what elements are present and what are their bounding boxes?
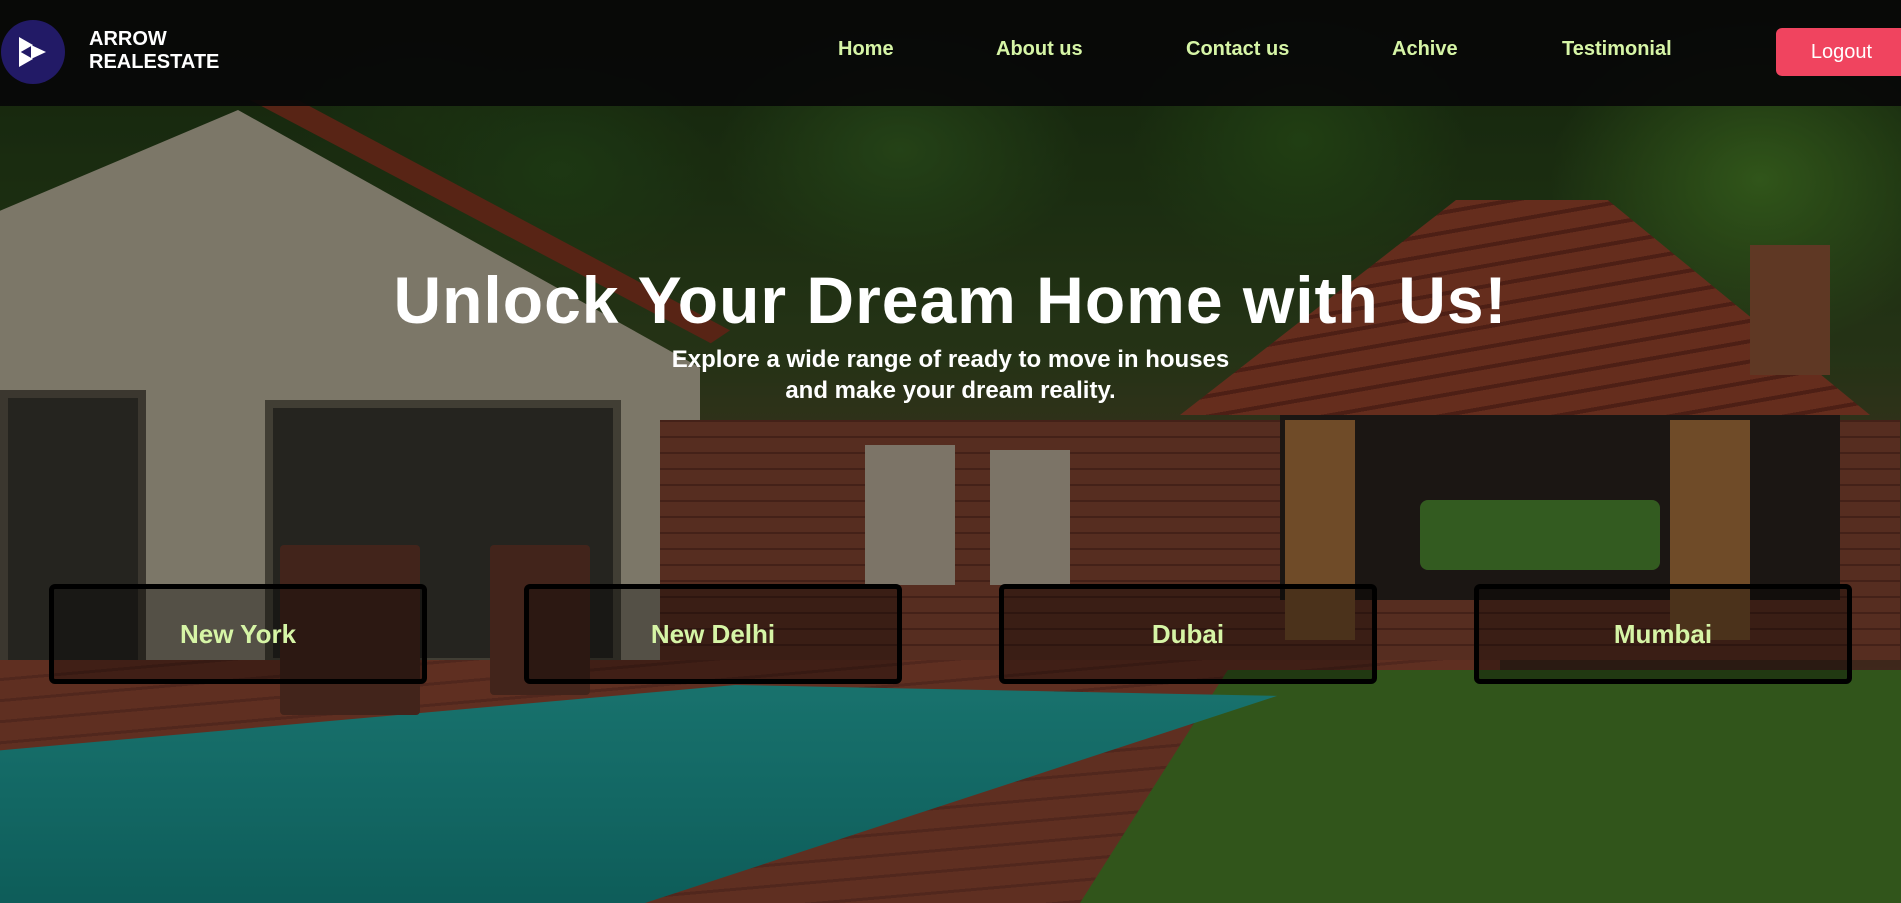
hero-subtitle-line-2: and make your dream reality. (785, 377, 1116, 404)
page: ARROW REALESTATE Home About us Contact u… (0, 0, 1901, 903)
nav-link-home[interactable]: Home (838, 38, 894, 61)
double-chevron-right-icon (19, 37, 46, 67)
city-card-new-york[interactable]: New York (49, 584, 427, 684)
hero-subtitle-line-1: Explore a wide range of ready to move in… (671, 346, 1230, 373)
logo[interactable] (1, 20, 65, 84)
nav-link-testimonial[interactable]: Testimonial (1562, 38, 1672, 61)
nav-link-about-us[interactable]: About us (996, 38, 1083, 61)
navbar: ARROW REALESTATE Home About us Contact u… (0, 0, 1901, 106)
city-card-new-delhi[interactable]: New Delhi (524, 584, 902, 684)
hero-dark-overlay (0, 0, 1901, 903)
hero-background-image (0, 0, 1901, 903)
city-card-mumbai[interactable]: Mumbai (1474, 584, 1852, 684)
hero-subtitle: Explore a wide range of ready to move in… (0, 344, 1901, 406)
nav-link-achive[interactable]: Achive (1392, 38, 1458, 61)
logout-button[interactable]: Logout (1776, 28, 1901, 76)
nav-link-contact-us[interactable]: Contact us (1186, 38, 1289, 61)
city-card-dubai[interactable]: Dubai (999, 584, 1377, 684)
brand-line-1: ARROW (89, 28, 167, 50)
hero-title: Unlock Your Dream Home with Us! (393, 263, 1508, 337)
brand-name: ARROW REALESTATE (89, 28, 219, 74)
brand-line-2: REALESTATE (89, 51, 220, 73)
